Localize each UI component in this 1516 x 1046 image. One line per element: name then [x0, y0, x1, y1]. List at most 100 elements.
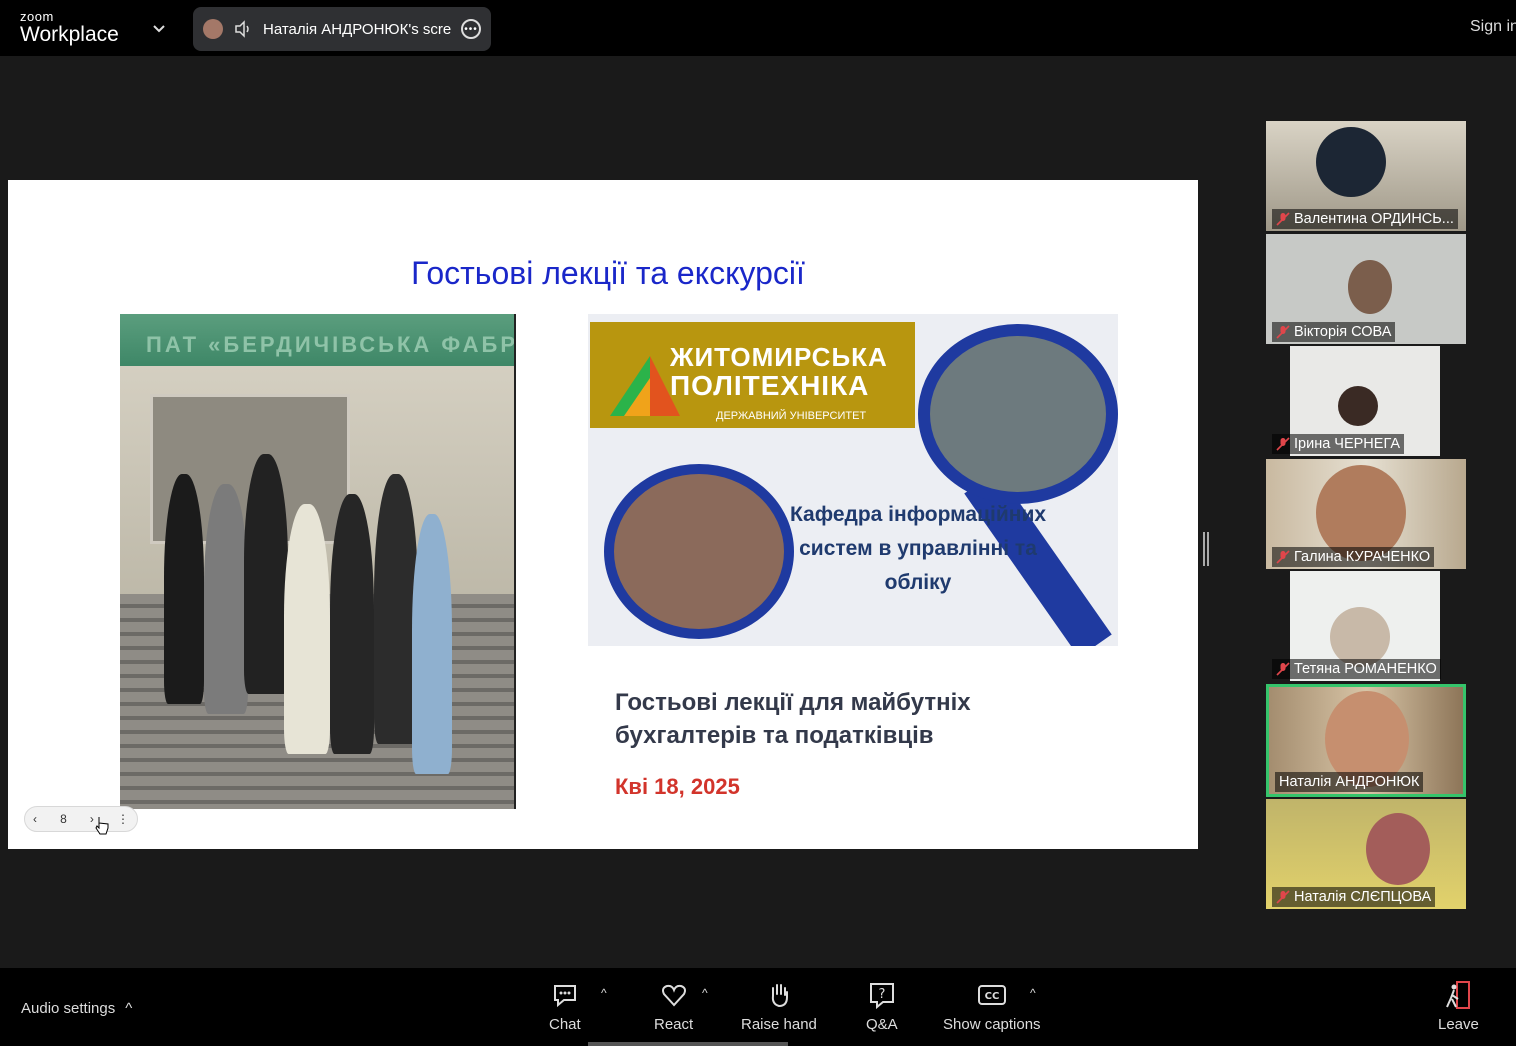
participant-name-tag: Наталія АНДРОНЮК [1275, 772, 1424, 792]
participant-name-tag: Тетяна РОМАНЕНКО [1272, 659, 1441, 679]
participant-tile[interactable]: Галина КУРАЧЕНКО [1266, 459, 1466, 569]
participant-name-tag: Галина КУРАЧЕНКО [1272, 547, 1435, 567]
resize-handle[interactable] [1203, 532, 1209, 566]
participant-tile[interactable]: Наталія СЛЄПЦОВА [1266, 799, 1466, 909]
logo-line-3: ДЕРЖАВНИЙ УНІВЕРСИТЕТ [716, 410, 867, 422]
scroll-indicator [588, 1042, 788, 1046]
svg-text:CC: CC [984, 991, 999, 1002]
qa-label: Q&A [866, 1016, 898, 1033]
more-vertical-icon[interactable]: ⋮ [117, 812, 129, 826]
mic-muted-icon [1276, 550, 1290, 564]
participant-name: Галина КУРАЧЕНКО [1294, 549, 1431, 565]
person [412, 514, 452, 774]
hand-icon [771, 984, 788, 1008]
participant-name: Наталія СЛЄПЦОВА [1294, 889, 1432, 905]
meeting-toolbar: Audio settings ^ Chat ^ React ^ Raise ha… [0, 968, 1516, 1046]
person [204, 484, 248, 714]
leave-label: Leave [1438, 1016, 1479, 1033]
more-options-icon[interactable]: ••• [461, 19, 481, 39]
university-logo: ЖИТОМИРСЬКА ПОЛІТЕХНІКА ДЕРЖАВНИЙ УНІВЕР… [590, 322, 915, 428]
logo-line-1: ЖИТОМИРСЬКА [670, 342, 888, 372]
caption-line-2: бухгалтерів та податківців [615, 722, 934, 749]
slide-page-number: 8 [60, 812, 67, 826]
raise-hand-button[interactable]: Raise hand [741, 980, 817, 1033]
chevron-down-icon[interactable] [152, 22, 166, 36]
participant-name: Наталія АНДРОНЮК [1279, 774, 1420, 790]
zoom-workplace-logo: zoom Workplace [20, 10, 119, 46]
cc-icon: CC [977, 985, 1006, 1005]
mouse-pointer-icon [95, 817, 109, 835]
participant-tile[interactable]: Валентина ОРДИНСЬ... [1266, 121, 1466, 231]
question-icon: ? [869, 983, 894, 1010]
person [330, 494, 374, 754]
svg-text:?: ? [878, 987, 885, 1002]
participant-tile-active-speaker[interactable]: Наталія АНДРОНЮК [1266, 684, 1466, 797]
mic-muted-icon [1276, 212, 1290, 226]
person [284, 504, 330, 754]
sharer-avatar [203, 19, 223, 39]
participant-name-tag: Валентина ОРДИНСЬ... [1272, 209, 1458, 229]
leave-button[interactable]: Leave [1438, 980, 1479, 1033]
qa-button[interactable]: ? Q&A [866, 980, 898, 1033]
react-label: React [654, 1016, 694, 1033]
participant-video [1366, 813, 1430, 885]
show-captions-label: Show captions [943, 1016, 1041, 1033]
participant-tile[interactable]: Тетяна РОМАНЕНКО [1266, 571, 1466, 681]
show-captions-button[interactable]: CC Show captions [943, 980, 1041, 1033]
participant-name: Валентина ОРДИНСЬ... [1294, 211, 1454, 227]
prev-slide-icon[interactable]: ‹ [33, 812, 37, 826]
participant-name-tag: Вікторія СОВА [1272, 322, 1396, 342]
chat-icon [553, 985, 576, 1008]
event-card: ЖИТОМИРСЬКА ПОЛІТЕХНІКА ДЕРЖАВНИЙ УНІВЕР… [588, 314, 1120, 809]
mic-muted-icon [1276, 437, 1290, 451]
meeting-stage: Гостьові лекції та екскурсії ПАТ «БЕРДИЧ… [0, 56, 1516, 968]
participant-name-tag: Наталія СЛЄПЦОВА [1272, 887, 1436, 907]
event-caption: Гостьові лекції для майбутніх бухгалтері… [615, 686, 971, 752]
sign-in-link[interactable]: Sign in [1470, 18, 1516, 36]
audio-settings-button[interactable]: Audio settings ^ [21, 1000, 132, 1017]
logo-small-text: zoom [20, 9, 54, 24]
participant-name: Тетяна РОМАНЕНКО [1294, 661, 1437, 677]
department-name: Кафедра інформаційних систем в управлінн… [789, 503, 1047, 594]
shared-slide: Гостьові лекції та екскурсії ПАТ «БЕРДИЧ… [8, 180, 1198, 849]
participant-video [1316, 127, 1386, 197]
chat-button[interactable]: Chat [549, 980, 581, 1033]
participant-name: Ірина ЧЕРНЕГА [1294, 436, 1400, 452]
group-photo: ПАТ «БЕРДИЧІВСЬКА ФАБРИКА» [120, 314, 516, 809]
heart-icon [661, 984, 686, 1007]
participant-tile[interactable]: Вікторія СОВА [1266, 234, 1466, 344]
participant-tile[interactable]: Ірина ЧЕРНЕГА [1266, 346, 1466, 456]
chat-options-chevron-icon[interactable]: ^ [601, 986, 607, 1000]
speaker-icon [235, 20, 249, 38]
participant-name-tag: Ірина ЧЕРНЕГА [1272, 434, 1404, 454]
captions-options-chevron-icon[interactable]: ^ [1030, 986, 1036, 1000]
participant-name: Вікторія СОВА [1294, 324, 1392, 340]
caption-line-1: Гостьові лекції для майбутніх [615, 689, 971, 716]
event-date: Кві 18, 2025 [615, 774, 740, 799]
react-button[interactable]: React [654, 980, 693, 1033]
audio-settings-label: Audio settings [21, 1000, 116, 1017]
mic-muted-icon [1276, 890, 1290, 904]
mic-muted-icon [1276, 662, 1290, 676]
participant-video [1348, 260, 1392, 314]
mic-muted-icon [1276, 325, 1290, 339]
logo-big-text: Workplace [20, 23, 119, 46]
slide-title: Гостьові лекції та екскурсії [411, 255, 805, 291]
lecturer-photo [918, 324, 1118, 504]
person [164, 474, 204, 704]
screen-share-indicator[interactable]: Наталія АНДРОНЮК's scree ••• [193, 7, 491, 51]
students-group [154, 454, 454, 794]
share-label: Наталія АНДРОНЮК's scree [263, 20, 451, 38]
top-bar: zoom Workplace Наталія АНДРОНЮК's scree … [0, 0, 1516, 56]
chat-label: Chat [549, 1016, 581, 1033]
raise-hand-label: Raise hand [741, 1016, 817, 1033]
participant-video [1330, 607, 1390, 667]
factory-sign: ПАТ «БЕРДИЧІВСЬКА ФАБРИКА» [120, 314, 514, 366]
person [244, 454, 288, 694]
department-banner: ЖИТОМИРСЬКА ПОЛІТЕХНІКА ДЕРЖАВНИЙ УНІВЕР… [588, 314, 1118, 646]
participant-video [1338, 386, 1378, 426]
react-options-chevron-icon[interactable]: ^ [702, 986, 708, 1000]
chevron-up-icon[interactable]: ^ [125, 1000, 132, 1017]
leave-icon [1446, 981, 1471, 1009]
logo-line-2: ПОЛІТЕХНІКА [670, 370, 870, 401]
